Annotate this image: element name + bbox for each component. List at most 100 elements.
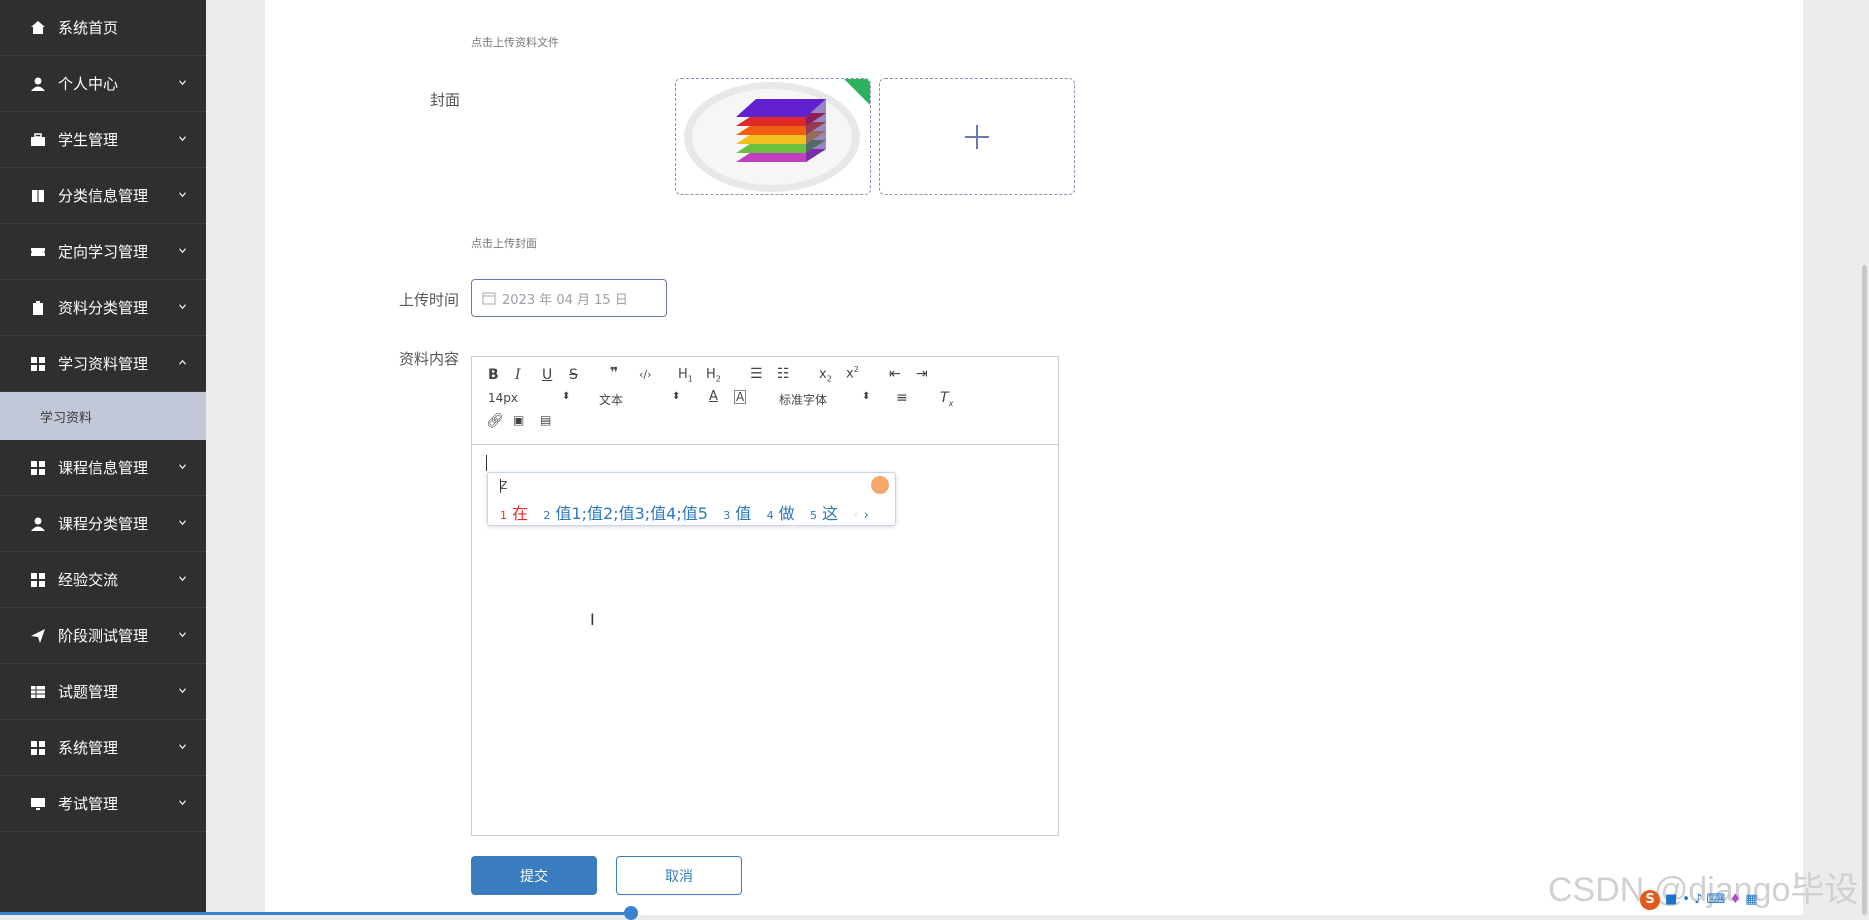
underline-button[interactable]: U xyxy=(542,367,552,383)
ime-candidate-2[interactable]: 2 值1;值2;值3;值4;值5 xyxy=(543,504,708,523)
toolbox-icon[interactable]: ▦ xyxy=(1745,892,1757,907)
sidebar-item-a6[interactable]: 学习资料管理 xyxy=(0,336,206,392)
chevron-down-icon xyxy=(179,79,186,85)
outdent-icon[interactable]: ⇤ xyxy=(889,366,901,382)
table-icon xyxy=(30,684,46,700)
sidebar-item-b1[interactable]: 课程分类管理 xyxy=(0,496,206,552)
chevron-down-icon xyxy=(179,247,186,253)
ime-prev-icon[interactable]: ‹ xyxy=(853,508,858,523)
cover-image-preview[interactable] xyxy=(675,78,871,195)
sidebar-item-label: 系统管理 xyxy=(58,739,119,757)
keyboard-icon[interactable]: ⌨ xyxy=(1707,892,1726,907)
chevron-down-icon xyxy=(179,687,186,693)
ime-candidate-1[interactable]: 1 在 xyxy=(500,504,528,523)
editor-toolbar: B I U S ❞ ‹/› H1 H2 ☰ ☷ x2 x2 ⇤ ⇥ 14px ⬍… xyxy=(472,357,1058,445)
ime-caret xyxy=(500,479,501,493)
sidebar-item-b0[interactable]: 课程信息管理 xyxy=(0,440,206,496)
italic-button[interactable]: I xyxy=(515,367,521,383)
chevron-down-icon xyxy=(179,135,186,141)
chevron-up-icon xyxy=(179,359,186,365)
link-icon[interactable]: 🔗︎ xyxy=(486,413,504,429)
sidebar-item-label: 定向学习管理 xyxy=(58,243,149,261)
ime-candidate-list: 1 在 2 值1;值2;值3;值4;值5 3 值 4 做 5 这 ‹ › xyxy=(500,500,869,524)
sidebar-item-a3[interactable]: 分类信息管理 xyxy=(0,168,206,224)
scrollbar-track[interactable] xyxy=(1803,0,1869,915)
bold-button[interactable]: B xyxy=(488,367,499,383)
scrollbar-thumb[interactable] xyxy=(1862,265,1867,915)
sidebar-item-label: 课程分类管理 xyxy=(58,515,149,533)
rich-text-editor[interactable]: B I U S ❞ ‹/› H1 H2 ☰ ☷ x2 x2 ⇤ ⇥ 14px ⬍… xyxy=(471,356,1059,836)
align-icon[interactable]: ≡ xyxy=(896,390,908,406)
ticket-icon xyxy=(30,244,46,260)
send-icon xyxy=(30,628,46,644)
chevron-down-icon xyxy=(179,519,186,525)
strike-button[interactable]: S xyxy=(569,367,578,383)
upload-time-value: 2023 年 04 月 15 日 xyxy=(502,292,628,308)
briefcase-icon xyxy=(30,132,46,148)
sidebar-item-a4[interactable]: 定向学习管理 xyxy=(0,224,206,280)
sidebar-item-a0[interactable]: 系统首页 xyxy=(0,0,206,56)
sidebar-item-a2[interactable]: 学生管理 xyxy=(0,112,206,168)
sidebar-item-b5[interactable]: 系统管理 xyxy=(0,720,206,776)
background-color-icon[interactable]: A xyxy=(734,390,747,404)
ime-input-text: z xyxy=(500,477,508,493)
sidebar-item-b6[interactable]: 考试管理 xyxy=(0,776,206,832)
quote-icon[interactable]: ❞ xyxy=(610,365,618,381)
image-icon[interactable]: ▣ xyxy=(513,413,524,427)
chevron-down-icon xyxy=(179,303,186,309)
upload-time-input[interactable]: 2023 年 04 月 15 日 xyxy=(471,279,667,317)
sidebar-item-b4[interactable]: 试题管理 xyxy=(0,664,206,720)
ibeam-cursor-icon: Ⅰ xyxy=(590,610,595,629)
skin-icon[interactable]: ♦ xyxy=(1729,892,1741,907)
sidebar-item-label: 考试管理 xyxy=(58,795,119,813)
ordered-list-icon[interactable]: ☰ xyxy=(750,366,763,382)
sidebar-item-b3[interactable]: 阶段测试管理 xyxy=(0,608,206,664)
chevron-down-icon xyxy=(179,191,186,197)
grid-icon xyxy=(30,356,46,372)
user-icon xyxy=(30,76,46,92)
sidebar-item-a1[interactable]: 个人中心 xyxy=(0,56,206,112)
font-color-icon[interactable]: A xyxy=(709,389,718,404)
sidebar: 系统首页个人中心学生管理分类信息管理 定向学习管理资料分类管理学习资料管理学习资料… xyxy=(0,0,206,915)
sidebar-item-label: 个人中心 xyxy=(58,75,119,93)
video-icon[interactable]: ▤ xyxy=(540,413,551,427)
ime-status-bar[interactable]: S ■ • ♪ ⌨ ♦ ▦ xyxy=(1640,890,1758,910)
grid-icon xyxy=(30,460,46,476)
plus-icon xyxy=(965,124,989,149)
ime-candidate-3[interactable]: 3 值 xyxy=(723,504,751,523)
sidebar-subitem-active[interactable]: 学习资料 xyxy=(0,392,206,440)
h2-button[interactable]: H2 xyxy=(706,367,721,384)
books-image xyxy=(684,79,870,192)
ime-candidate-5[interactable]: 5 这 xyxy=(810,504,838,523)
sidebar-item-b2[interactable]: 经验交流 xyxy=(0,552,206,608)
ime-candidate-4[interactable]: 4 做 xyxy=(767,504,795,523)
font-family-select[interactable]: 标准字体 xyxy=(779,391,827,408)
sidebar-item-label: 学习资料管理 xyxy=(58,355,149,373)
code-icon[interactable]: ‹/› xyxy=(639,368,652,381)
mic-icon[interactable]: ♪ xyxy=(1694,892,1702,907)
lang-icon[interactable]: ■ xyxy=(1664,892,1678,907)
indent-icon[interactable]: ⇥ xyxy=(916,366,928,382)
sidebar-item-a5[interactable]: 资料分类管理 xyxy=(0,280,206,336)
sidebar-item-label: 学生管理 xyxy=(58,131,119,149)
h1-button[interactable]: H1 xyxy=(678,367,693,384)
sidebar-item-label: 分类信息管理 xyxy=(58,187,149,205)
superscript-button[interactable]: x2 xyxy=(846,365,859,381)
sidebar-item-label: 试题管理 xyxy=(58,683,119,701)
punct-icon[interactable]: • xyxy=(1682,892,1690,907)
ime-next-icon[interactable]: › xyxy=(864,508,869,523)
cover-upload-hint: 点击上传封面 xyxy=(471,237,537,250)
cancel-button[interactable]: 取消 xyxy=(616,856,742,895)
cover-upload-button[interactable] xyxy=(879,78,1075,195)
cover-label: 封面 xyxy=(430,91,461,109)
book-icon xyxy=(30,188,46,204)
bullet-list-icon[interactable]: ☷ xyxy=(777,366,790,382)
font-size-select[interactable]: 14px xyxy=(488,391,518,405)
clear-format-icon[interactable]: Tx xyxy=(940,390,953,408)
submit-button[interactable]: 提交 xyxy=(471,856,597,895)
subscript-button[interactable]: x2 xyxy=(819,367,832,384)
grid-icon xyxy=(30,572,46,588)
video-progress-knob[interactable] xyxy=(624,906,638,920)
text-type-select[interactable]: 文本 xyxy=(599,391,623,408)
grid-icon xyxy=(30,740,46,756)
